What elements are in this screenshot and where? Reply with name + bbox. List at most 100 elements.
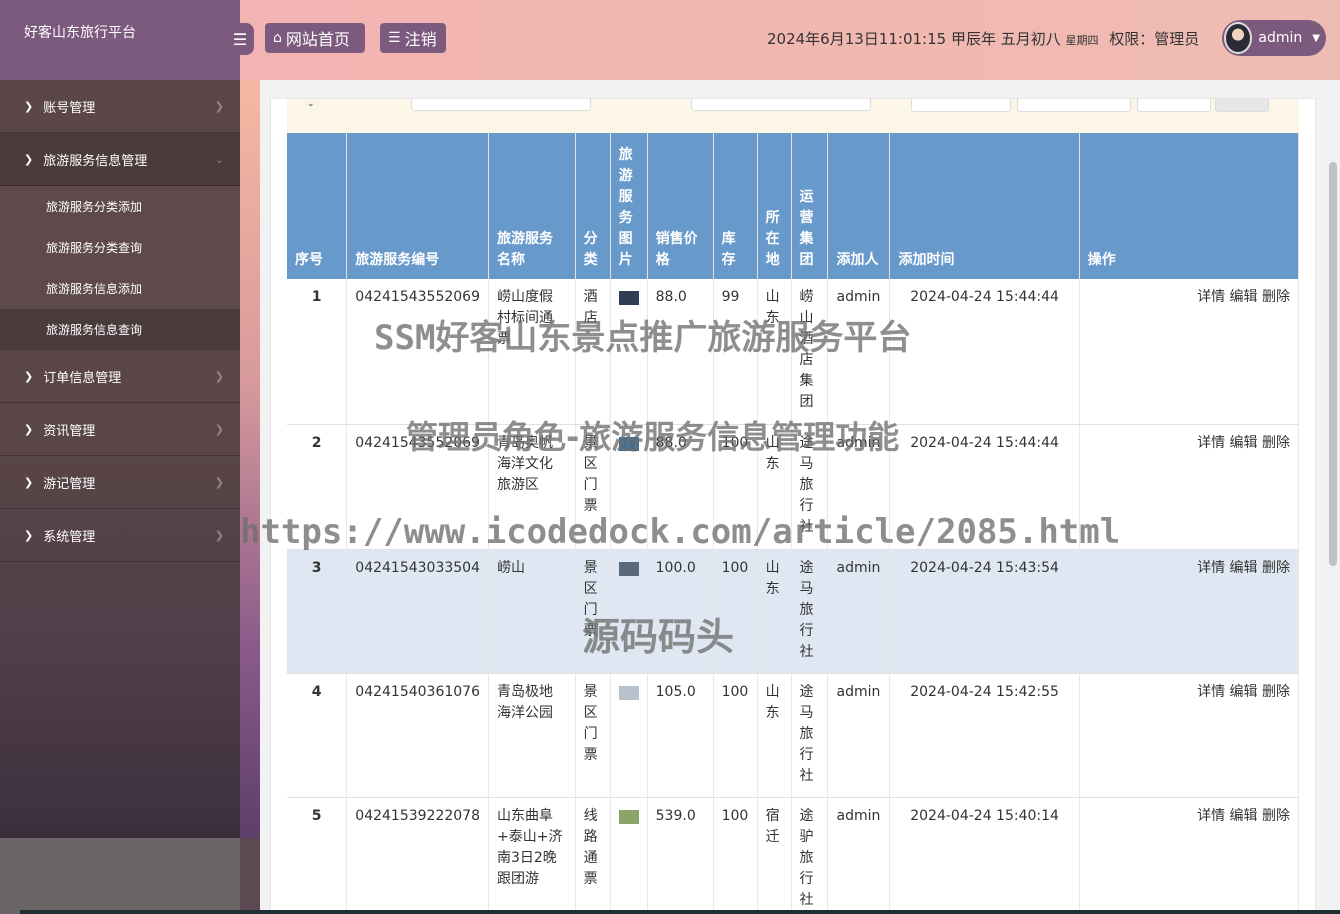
hamburger-icon: ☰ [232,29,248,49]
cell-location: 山东 [757,673,792,798]
detail-link[interactable]: 详情 [1197,684,1225,700]
home-button[interactable]: ⌂ 网站首页 [265,23,365,53]
col-header[interactable]: 序号 [287,133,348,279]
search-select[interactable] [1137,99,1211,112]
edit-link[interactable]: 编辑 [1230,808,1258,824]
cell-time: 2024-04-24 15:40:14 [889,797,1080,914]
avatar [1224,22,1253,54]
service-thumbnail[interactable] [618,561,639,576]
col-header[interactable]: 添加时间 [889,133,1080,279]
cell-code: 04241543552069 [346,279,489,425]
cell-name: 青岛奥帆海洋文化旅游区 [488,424,576,550]
user-menu[interactable]: admin ▼ [1222,20,1326,56]
service-thumbnail[interactable] [618,291,639,305]
cell-actions: 详情 编辑 删除 [1079,549,1300,674]
col-header[interactable]: 分类 [575,133,611,279]
vertical-scrollbar[interactable] [1326,80,1340,914]
cell-category: 景区门票 [575,549,611,674]
cell-idx: 5 [287,797,348,914]
sidebar-subitem-category-add[interactable]: 旅游服务分类添加 [0,186,240,227]
col-header[interactable]: 所在地 [757,133,792,279]
cell-image [610,424,648,550]
sidebar-item-travelogue[interactable]: ❯ 游记管理 ❯ [0,456,240,509]
cell-group: 途马旅行社 [791,549,829,674]
cell-category: 景区门票 [575,673,611,798]
detail-link[interactable]: 详情 [1197,435,1225,451]
search-button[interactable] [1215,99,1269,112]
sidebar-item-label: 游记管理 [43,476,96,492]
edit-link[interactable]: 编辑 [1230,560,1258,576]
col-header[interactable]: 旅游服务图片 [610,133,648,279]
search-select[interactable] [1017,99,1131,112]
detail-link[interactable]: 详情 [1197,289,1225,305]
search-input[interactable] [691,99,871,111]
sidebar-subitem-category-query[interactable]: 旅游服务分类查询 [0,227,240,268]
bottom-edge [20,910,1340,914]
edit-link[interactable]: 编辑 [1230,435,1258,451]
sidebar-item-account[interactable]: ❯ 账号管理 ❯ [0,80,240,133]
app-brand: 好客山东旅行平台 [0,0,240,80]
table-row: 1 04241543552069 崂山度假村标间通票 酒店 88.0 99 山东 崂山酒店集团… [287,279,1300,425]
cell-category: 线路通票 [575,797,611,914]
sidebar-footer [0,838,240,914]
col-header[interactable]: 添加人 [827,133,891,279]
cell-location: 山东 [757,424,792,550]
search-select[interactable] [911,99,1011,112]
cell-idx: 4 [287,673,348,798]
sidebar-item-system[interactable]: ❯ 系统管理 ❯ [0,509,240,562]
cell-name: 崂山度假村标间通票 [488,279,576,425]
edit-link[interactable]: 编辑 [1230,289,1258,305]
cell-name: 崂山 [488,549,576,674]
detail-link[interactable]: 详情 [1197,808,1225,824]
col-header[interactable]: 库存 [713,133,758,279]
main-content: ⌄ 序号 旅游服务编号 旅游服务名称 分类 旅游服务图片 销售价格 库存 所在地… [260,80,1326,914]
chevron-right-icon: ❯ [24,422,34,436]
sidebar-item-orders[interactable]: ❯ 订单信息管理 ❯ [0,350,240,403]
col-header[interactable]: 销售价格 [647,133,714,279]
menu-toggle-button[interactable]: ☰ [226,23,254,55]
table-row: 2 04241543552069 青岛奥帆海洋文化旅游区 景区门票 88.0 100 山东途… [287,424,1300,550]
cell-location: 山东 [757,279,792,425]
sidebar-item-news[interactable]: ❯ 资讯管理 ❯ [0,403,240,456]
cell-image [610,673,648,798]
delete-link[interactable]: 删除 [1262,435,1290,451]
logout-button-label: 注销 [404,30,437,49]
datetime-display: 2024年6月13日11:01:15 甲辰年 五月初八 星期四 权限：管理员 [767,28,1199,49]
cell-image [610,549,648,674]
col-header[interactable]: 旅游服务名称 [488,133,576,279]
cell-category: 景区门票 [575,424,611,550]
chevron-right-icon: ❯ [24,152,34,166]
service-thumbnail[interactable] [618,809,639,824]
chevron-right-icon: ❯ [24,369,34,383]
cell-category: 酒店 [575,279,611,425]
edit-link[interactable]: 编辑 [1230,684,1258,700]
logout-button[interactable]: ☰ 注销 [380,23,446,53]
cell-adder: admin [827,549,891,674]
table-row: 5 04241539222078 山东曲阜+泰山+济南3日2晚跟团游 线路通票 539.… [287,797,1300,914]
col-header[interactable]: 旅游服务编号 [346,133,489,279]
cell-time: 2024-04-24 15:43:54 [889,549,1080,674]
sidebar-subitem-info-add[interactable]: 旅游服务信息添加 [0,268,240,309]
service-thumbnail[interactable] [618,436,639,451]
cell-name: 山东曲阜+泰山+济南3日2晚跟团游 [488,797,576,914]
delete-link[interactable]: 删除 [1262,289,1290,305]
sidebar-subitem-info-query[interactable]: 旅游服务信息查询 [0,309,240,350]
cell-actions: 详情 编辑 删除 [1079,424,1300,550]
sidebar-decor-strip [240,80,260,838]
col-header[interactable]: 运营集团 [791,133,829,279]
chevron-right-icon: ❯ [214,475,224,489]
delete-link[interactable]: 删除 [1262,808,1290,824]
detail-link[interactable]: 详情 [1197,560,1225,576]
cell-idx: 3 [287,549,348,674]
cell-group: 途马旅行社 [791,673,829,798]
delete-link[interactable]: 删除 [1262,560,1290,576]
sidebar-item-travel-service[interactable]: ❯ 旅游服务信息管理 ⌄ [0,133,240,186]
service-thumbnail[interactable] [618,685,639,700]
sidebar-item-label: 旅游服务信息管理 [43,153,148,169]
cell-adder: admin [827,279,891,425]
scrollbar-thumb[interactable] [1329,162,1337,566]
cell-location: 山东 [757,549,792,674]
cell-location: 宿迁 [757,797,792,914]
delete-link[interactable]: 删除 [1262,684,1290,700]
search-input[interactable] [411,99,591,111]
